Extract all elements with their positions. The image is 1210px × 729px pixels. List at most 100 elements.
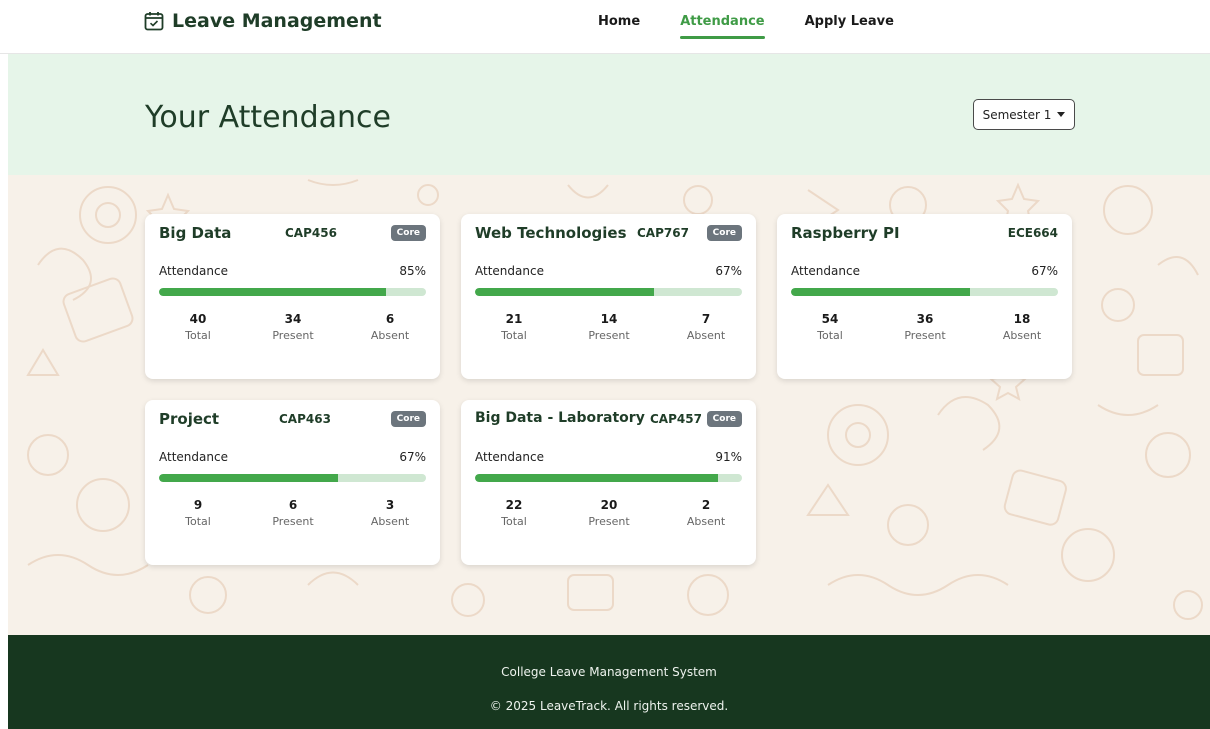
footer-system-name: College Leave Management System — [501, 665, 717, 679]
stat-present-value: 6 — [288, 498, 298, 512]
stat-total-value: 9 — [193, 498, 203, 512]
stat-absent: 6 Absent — [355, 312, 425, 342]
attendance-percent: 67% — [715, 264, 742, 278]
footer: College Leave Management System © 2025 L… — [8, 635, 1210, 729]
stat-total: 54 Total — [795, 312, 865, 342]
stat-present-label: Present — [588, 515, 630, 528]
attendance-percent: 85% — [399, 264, 426, 278]
card-header: Big Data - Laboratory CAP457 Core — [475, 410, 742, 432]
course-name: Raspberry PI — [791, 224, 900, 242]
course-name: Project — [159, 410, 220, 428]
attendance-label: Attendance — [159, 264, 228, 278]
stat-present-label: Present — [588, 329, 630, 342]
stat-present-value: 34 — [284, 312, 302, 326]
attendance-progress-bar — [159, 288, 426, 296]
stat-total-value: 54 — [821, 312, 839, 326]
stats-row: 54 Total 36 Present 18 Absent — [791, 312, 1058, 348]
semester-dropdown[interactable]: Semester 1 — [973, 99, 1075, 130]
course-code: CAP456 — [285, 226, 337, 240]
course-code: CAP457 — [650, 412, 702, 426]
stat-present-value: 36 — [916, 312, 934, 326]
stat-total-label: Total — [817, 329, 843, 342]
attendance-progress-bar — [475, 474, 742, 482]
semester-label: Semester 1 — [982, 107, 1052, 122]
course-card-web-technologies[interactable]: Web Technologies CAP767 Core Attendance … — [461, 214, 756, 379]
navbar: Leave Management Home Attendance Apply L… — [0, 0, 1210, 54]
stat-total-value: 40 — [189, 312, 207, 326]
page-title: Your Attendance — [145, 100, 391, 135]
nav-link-home[interactable]: Home — [598, 0, 640, 40]
card-header: Big Data CAP456 Core — [159, 224, 426, 246]
stat-present-label: Present — [272, 515, 314, 528]
attendance-label: Attendance — [475, 450, 544, 464]
stat-absent: 2 Absent — [671, 498, 741, 528]
stat-present-value: 20 — [600, 498, 618, 512]
attendance-label: Attendance — [159, 450, 228, 464]
course-card-big-data-laboratory[interactable]: Big Data - Laboratory CAP457 Core Attend… — [461, 400, 756, 565]
stat-absent-label: Absent — [686, 515, 726, 528]
nav-links: Home Attendance Apply Leave — [598, 0, 934, 54]
attendance-progress-fill — [159, 474, 338, 482]
stat-present: 14 Present — [574, 312, 644, 342]
stat-absent: 3 Absent — [355, 498, 425, 528]
attendance-progress-fill — [159, 288, 386, 296]
stat-absent-value: 6 — [385, 312, 395, 326]
core-badge: Core — [390, 225, 426, 241]
stat-total-label: Total — [185, 515, 211, 528]
stat-absent-value: 18 — [1013, 312, 1031, 326]
course-card-raspberry-pi[interactable]: Raspberry PI ECE664 Attendance 67% 54 Tot… — [777, 214, 1072, 379]
stat-present: 20 Present — [574, 498, 644, 528]
attendance-progress-fill — [791, 288, 970, 296]
core-badge: Core — [706, 225, 742, 241]
attendance-percent: 67% — [1031, 264, 1058, 278]
course-code: ECE664 — [1007, 226, 1058, 240]
attendance-label: Attendance — [475, 264, 544, 278]
hero-section: Your Attendance Semester 1 — [8, 54, 1210, 175]
attendance-progress-bar — [791, 288, 1058, 296]
course-card-big-data[interactable]: Big Data CAP456 Core Attendance 85% 40 To… — [145, 214, 440, 379]
calendar-check-icon — [144, 12, 164, 31]
attendance-label: Attendance — [791, 264, 860, 278]
attendance-percent: 91% — [715, 450, 742, 464]
course-code: CAP767 — [637, 226, 689, 240]
stat-total: 21 Total — [479, 312, 549, 342]
stat-present-label: Present — [272, 329, 314, 342]
card-header: Project CAP463 Core — [159, 410, 426, 432]
stat-absent-label: Absent — [370, 329, 410, 342]
footer-copyright: © 2025 LeaveTrack. All rights reserved. — [489, 699, 729, 713]
core-badge: Core — [706, 411, 742, 427]
stat-absent-label: Absent — [686, 329, 726, 342]
stat-total-label: Total — [501, 515, 527, 528]
nav-link-attendance[interactable]: Attendance — [680, 0, 766, 40]
course-code: CAP463 — [279, 412, 331, 426]
stat-absent-value: 7 — [701, 312, 711, 326]
card-header: Web Technologies CAP767 Core — [475, 224, 742, 246]
stat-present: 34 Present — [258, 312, 328, 342]
stat-total-label: Total — [185, 329, 211, 342]
caret-down-icon — [1057, 112, 1066, 117]
stat-absent-label: Absent — [1002, 329, 1042, 342]
stat-total: 9 Total — [163, 498, 233, 528]
card-header: Raspberry PI ECE664 — [791, 224, 1058, 246]
attendance-progress-bar — [475, 288, 742, 296]
course-name: Big Data — [159, 224, 232, 242]
attendance-progress-bar — [159, 474, 426, 482]
course-card-project[interactable]: Project CAP463 Core Attendance 67% 9 Tota… — [145, 400, 440, 565]
brand[interactable]: Leave Management — [144, 10, 382, 32]
attendance-progress-fill — [475, 474, 718, 482]
stats-row: 40 Total 34 Present 6 Absent — [159, 312, 426, 348]
stat-present: 36 Present — [890, 312, 960, 342]
course-name: Web Technologies — [475, 224, 627, 242]
stat-total: 40 Total — [163, 312, 233, 342]
stat-total: 22 Total — [479, 498, 549, 528]
nav-link-apply-leave[interactable]: Apply Leave — [805, 0, 894, 40]
stats-row: 22 Total 20 Present 2 Absent — [475, 498, 742, 534]
stat-total-value: 22 — [505, 498, 523, 512]
stat-present-value: 14 — [600, 312, 618, 326]
attendance-percent: 67% — [399, 450, 426, 464]
stat-absent: 18 Absent — [987, 312, 1057, 342]
stat-absent-label: Absent — [370, 515, 410, 528]
stats-row: 9 Total 6 Present 3 Absent — [159, 498, 426, 534]
stat-total-value: 21 — [505, 312, 523, 326]
course-name: Big Data - Laboratory — [475, 410, 645, 426]
